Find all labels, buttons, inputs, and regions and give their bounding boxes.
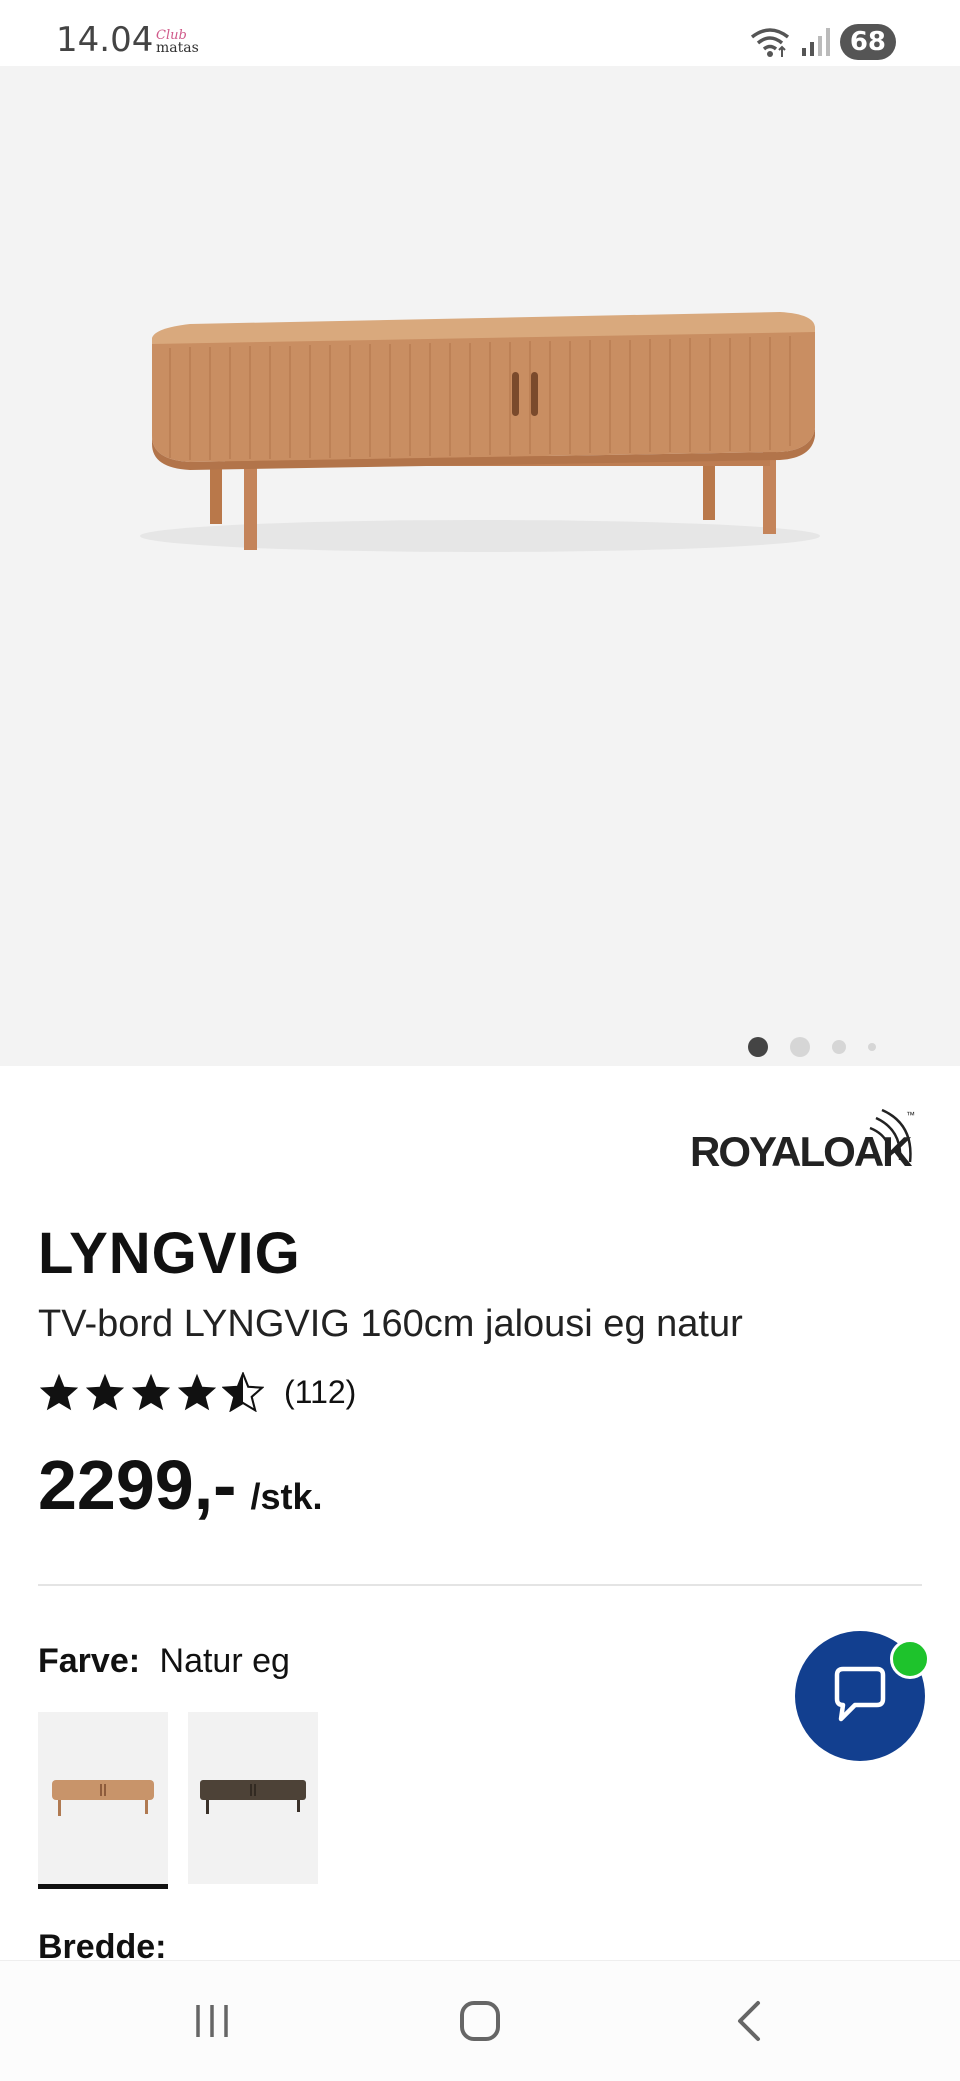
- review-count: (112): [284, 1373, 357, 1410]
- gallery-dot[interactable]: [868, 1043, 876, 1051]
- star-icon: [39, 1373, 79, 1411]
- back-button[interactable]: [720, 1991, 780, 2051]
- recent-apps-button[interactable]: [182, 1991, 242, 2051]
- swatch-natur-eg-image: [52, 1780, 154, 1816]
- battery-icon: 68: [839, 24, 896, 60]
- product-image-gallery[interactable]: [0, 66, 960, 1066]
- color-selector-label: Farve: Natur eg: [38, 1642, 290, 1681]
- star-icon: [85, 1373, 125, 1411]
- gallery-pagination: [748, 1037, 876, 1057]
- club-matas-logo: Club matas: [156, 28, 199, 56]
- chat-bubble-icon: [834, 1666, 886, 1722]
- product-name: LYNGVIG: [38, 1221, 301, 1286]
- status-icons: 68: [748, 22, 896, 62]
- half-star-icon: [222, 1372, 264, 1412]
- status-bar: 14.04 Club matas 68: [0, 0, 960, 66]
- system-nav-bar: [0, 1960, 960, 2081]
- price-unit: /stk.: [250, 1476, 323, 1517]
- brand-logo[interactable]: ROYALOAK ™: [690, 1108, 920, 1175]
- divider: [38, 1584, 922, 1586]
- price-value: 2299,-: [38, 1446, 237, 1524]
- signal-icon: [801, 28, 830, 56]
- gallery-dot[interactable]: [832, 1040, 846, 1054]
- gallery-dot[interactable]: [790, 1037, 810, 1057]
- chat-online-indicator: [890, 1639, 930, 1679]
- product-subtitle: TV-bord LYNGVIG 160cm jalousi eg natur: [38, 1303, 743, 1345]
- color-label: Farve:: [38, 1642, 141, 1680]
- color-value: Natur eg: [159, 1642, 290, 1680]
- product-image: [140, 312, 820, 552]
- brand-tm: ™: [906, 1110, 915, 1120]
- product-price: 2299,- /stk.: [38, 1445, 323, 1525]
- star-icon: [177, 1373, 217, 1411]
- recent-apps-icon: [196, 2005, 228, 2037]
- home-button[interactable]: [450, 1991, 510, 2051]
- wifi-icon: [750, 28, 789, 57]
- gallery-dot-active[interactable]: [748, 1037, 768, 1057]
- swatch-moerk-eg[interactable]: [188, 1712, 318, 1884]
- swatch-natur-eg[interactable]: [38, 1712, 168, 1889]
- swatch-moerk-eg-image: [200, 1780, 306, 1814]
- back-icon: [738, 2001, 760, 2041]
- status-time: 14.04: [56, 20, 154, 60]
- product-rating[interactable]: (112): [38, 1372, 356, 1412]
- star-icon: [131, 1373, 171, 1411]
- home-icon: [460, 2001, 500, 2041]
